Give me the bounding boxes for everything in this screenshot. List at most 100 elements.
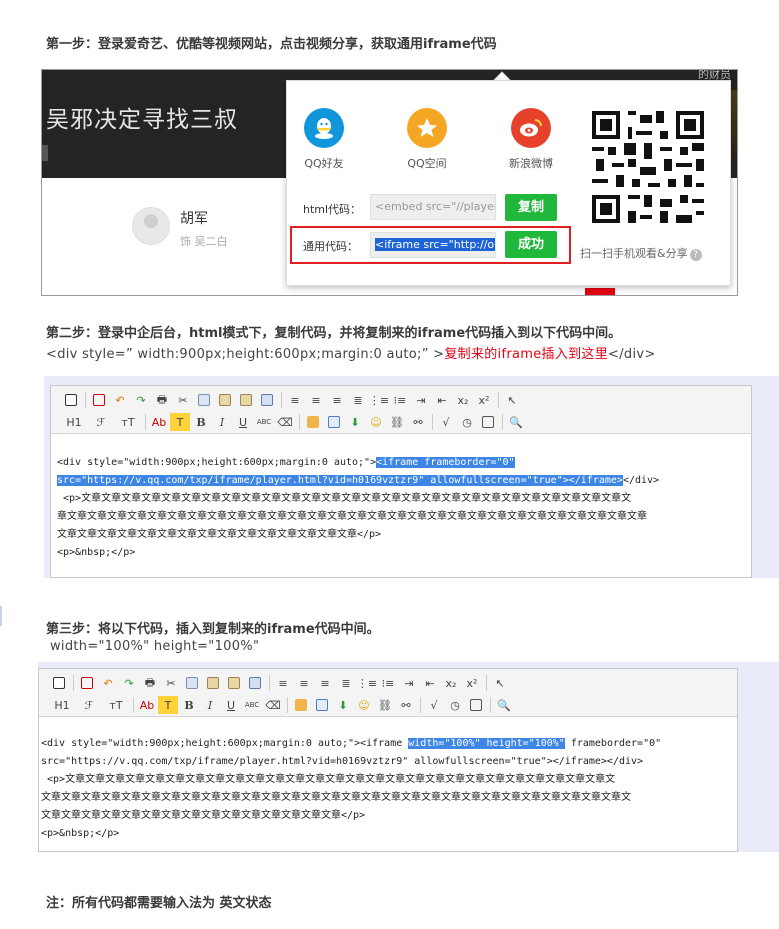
step3-toolbar: ↶ ↷ 🖶 ✂ ≡ ≡ ≡ ≣ ⋮≡ ⁝≡ ⇥ ⇤ x₂ x² ↖ H1 ℱ т… <box>39 669 737 717</box>
superscript-icon[interactable]: x² <box>462 674 482 692</box>
paste-icon[interactable] <box>215 391 235 409</box>
underline-button[interactable]: U <box>221 696 241 714</box>
bold-button[interactable]: B <box>179 696 199 714</box>
qq-friend-label[interactable]: QQ好友 <box>289 155 359 171</box>
highlight-button[interactable]: T <box>158 696 178 714</box>
formula-icon[interactable]: √ <box>436 413 456 431</box>
bold-button[interactable]: B <box>191 413 211 431</box>
font-family-dropdown[interactable]: ℱ <box>88 413 114 431</box>
font-family-dropdown[interactable]: ℱ <box>76 696 102 714</box>
subscript-icon[interactable]: x₂ <box>441 674 461 692</box>
outdent-icon[interactable]: ⇤ <box>420 674 440 692</box>
align-left-icon[interactable]: ≡ <box>273 674 293 692</box>
formula-icon[interactable]: √ <box>424 696 444 714</box>
underline-button[interactable]: U <box>233 413 253 431</box>
ordered-list-icon[interactable]: ⋮≡ <box>369 391 389 409</box>
emoticon-icon[interactable]: ☺ <box>366 413 386 431</box>
cut-icon[interactable]: ✂ <box>173 391 193 409</box>
selected-code: <iframe frameborder="0" <box>376 457 515 468</box>
clock-icon[interactable]: ◷ <box>457 413 477 431</box>
copy-icon[interactable] <box>182 674 202 692</box>
weibo-label[interactable]: 新浪微博 <box>496 155 566 171</box>
clock-icon[interactable]: ◷ <box>445 696 465 714</box>
table-icon[interactable] <box>312 696 332 714</box>
step2-code-area[interactable]: <div style="width:900px;height:600px;mar… <box>51 434 751 577</box>
indent-icon[interactable]: ⇥ <box>411 391 431 409</box>
qzone-star-icon[interactable] <box>407 108 447 148</box>
superscript-icon[interactable]: x² <box>474 391 494 409</box>
align-left-icon[interactable]: ≡ <box>285 391 305 409</box>
unlink-icon[interactable]: ⚯ <box>408 413 428 431</box>
unordered-list-icon[interactable]: ⁝≡ <box>378 674 398 692</box>
table-icon[interactable] <box>324 413 344 431</box>
align-center-icon[interactable]: ≡ <box>306 391 326 409</box>
help-icon[interactable]: ? <box>689 249 702 261</box>
emoticon-icon[interactable]: ☺ <box>354 696 374 714</box>
italic-button[interactable]: I <box>200 696 220 714</box>
qzone-label[interactable]: QQ空间 <box>392 155 462 171</box>
code-line: <div style="width:900px;height:600px;mar… <box>41 735 731 753</box>
image-icon[interactable] <box>291 696 311 714</box>
code-line: <p>文章文章文章文章文章文章文章文章文章文章文章文章文章文章文章文章文章文章文… <box>57 493 632 504</box>
font-color-button[interactable]: Ab <box>149 413 169 431</box>
link-icon[interactable]: ⛓ <box>387 413 407 431</box>
redo-icon[interactable]: ↷ <box>119 674 139 692</box>
code-line: 文章文章文章文章文章文章文章文章文章文章文章文章文章文章文章文章文章文章文章文章… <box>41 792 631 803</box>
copy-button[interactable]: 复制 <box>505 194 557 221</box>
insert-icon[interactable]: ⬇ <box>345 413 365 431</box>
font-size-dropdown[interactable]: тT <box>103 696 129 714</box>
html-code-field[interactable]: <embed src="//player. <box>370 194 496 220</box>
justify-icon[interactable]: ≣ <box>348 391 368 409</box>
source-mode-icon[interactable] <box>49 674 69 692</box>
subscript-icon[interactable]: x₂ <box>453 391 473 409</box>
font-color-button[interactable]: Ab <box>137 696 157 714</box>
indent-icon[interactable]: ⇥ <box>399 674 419 692</box>
unlink-icon[interactable]: ⚯ <box>396 696 416 714</box>
undo-icon[interactable]: ↶ <box>110 391 130 409</box>
justify-icon[interactable]: ≣ <box>336 674 356 692</box>
strikethrough-button[interactable]: ABC <box>254 413 274 431</box>
outdent-icon[interactable]: ⇤ <box>432 391 452 409</box>
separator <box>145 414 146 430</box>
align-right-icon[interactable]: ≡ <box>327 391 347 409</box>
fullscreen-icon[interactable] <box>77 674 97 692</box>
select-cursor-icon[interactable]: ↖ <box>490 674 510 692</box>
unordered-list-icon[interactable]: ⁝≡ <box>390 391 410 409</box>
qq-friend-icon[interactable] <box>304 108 344 148</box>
calendar-icon[interactable] <box>478 413 498 431</box>
cut-icon[interactable]: ✂ <box>161 674 181 692</box>
calendar-icon[interactable] <box>466 696 486 714</box>
search-icon[interactable]: 🔍 <box>494 696 514 714</box>
select-cursor-icon[interactable]: ↖ <box>502 391 522 409</box>
paste-icon[interactable] <box>203 674 223 692</box>
heading-dropdown[interactable]: H1 <box>49 696 75 714</box>
search-icon[interactable]: 🔍 <box>506 413 526 431</box>
code-text: frameborder="0" <box>564 738 662 749</box>
paste-word-icon[interactable] <box>257 391 277 409</box>
font-size-dropdown[interactable]: тT <box>115 413 141 431</box>
align-right-icon[interactable]: ≡ <box>315 674 335 692</box>
paste-text-icon[interactable] <box>236 391 256 409</box>
paste-word-icon[interactable] <box>245 674 265 692</box>
source-mode-icon[interactable] <box>61 391 81 409</box>
eraser-icon[interactable]: ⌫ <box>275 413 295 431</box>
heading-dropdown[interactable]: H1 <box>61 413 87 431</box>
undo-icon[interactable]: ↶ <box>98 674 118 692</box>
redo-icon[interactable]: ↷ <box>131 391 151 409</box>
strikethrough-button[interactable]: ABC <box>242 696 262 714</box>
copy-icon[interactable] <box>194 391 214 409</box>
ordered-list-icon[interactable]: ⋮≡ <box>357 674 377 692</box>
eraser-icon[interactable]: ⌫ <box>263 696 283 714</box>
image-icon[interactable] <box>303 413 323 431</box>
insert-icon[interactable]: ⬇ <box>333 696 353 714</box>
fullscreen-icon[interactable] <box>89 391 109 409</box>
weibo-icon[interactable] <box>511 108 551 148</box>
link-icon[interactable]: ⛓ <box>375 696 395 714</box>
align-center-icon[interactable]: ≡ <box>294 674 314 692</box>
paste-text-icon[interactable] <box>224 674 244 692</box>
italic-button[interactable]: I <box>212 413 232 431</box>
step3-code-area[interactable]: <div style="width:900px;height:600px;mar… <box>39 717 737 851</box>
highlight-button[interactable]: T <box>170 413 190 431</box>
print-icon[interactable]: 🖶 <box>140 674 160 692</box>
print-icon[interactable]: 🖶 <box>152 391 172 409</box>
